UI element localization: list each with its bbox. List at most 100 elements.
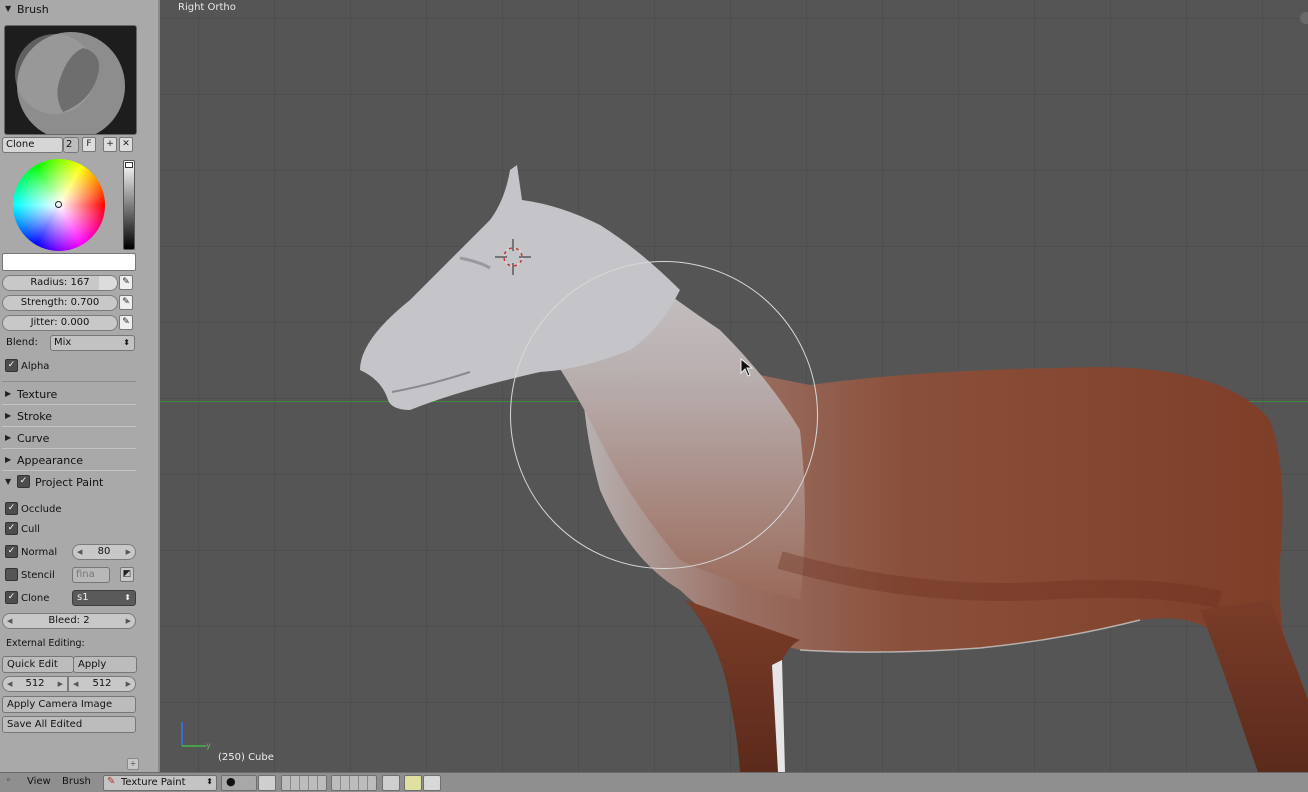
screen-size-x-field[interactable]: ◀ 512 ▶ bbox=[2, 676, 68, 692]
stroke-panel-title: Stroke bbox=[17, 410, 53, 423]
project-paint-checkbox[interactable]: ✓ bbox=[17, 475, 30, 488]
apply-button[interactable]: Apply bbox=[73, 656, 137, 673]
blend-label: Blend: bbox=[6, 337, 38, 348]
brush-panel-header[interactable]: ▼ Brush bbox=[0, 0, 158, 20]
brush-users-count: 2 bbox=[63, 137, 79, 153]
brush-menu[interactable]: Brush bbox=[62, 776, 91, 787]
stencil-invert-icon[interactable]: ◩ bbox=[120, 567, 134, 582]
texture-panel-header[interactable]: ▶ Texture bbox=[0, 385, 158, 405]
normal-label: Normal bbox=[21, 547, 58, 558]
jitter-value: Jitter: 0.000 bbox=[30, 317, 90, 328]
mode-label: Texture Paint bbox=[121, 777, 186, 788]
fake-user-button[interactable]: F bbox=[82, 137, 96, 152]
radius-pressure-icon[interactable]: ✎ bbox=[119, 275, 133, 290]
appearance-panel-header[interactable]: ▶ Appearance bbox=[0, 451, 158, 471]
layers-row-1[interactable] bbox=[281, 775, 327, 791]
strength-pressure-icon[interactable]: ✎ bbox=[119, 295, 133, 310]
strength-slider[interactable]: Strength: 0.700 bbox=[2, 295, 118, 311]
radius-fill bbox=[99, 276, 117, 290]
decrement-icon[interactable]: ◀ bbox=[77, 545, 82, 559]
divider bbox=[2, 381, 136, 382]
add-brush-icon[interactable]: + bbox=[103, 137, 117, 152]
brush-sphere-icon bbox=[5, 26, 136, 134]
texture-paint-icon: ✎ bbox=[107, 776, 116, 787]
3d-cursor-icon[interactable] bbox=[493, 237, 533, 277]
stencil-label: Stencil bbox=[21, 570, 55, 581]
save-all-edited-button[interactable]: Save All Edited bbox=[2, 716, 136, 733]
brush-preview[interactable] bbox=[4, 25, 137, 135]
radius-slider[interactable]: Radius: 167 bbox=[2, 275, 118, 291]
apply-label: Apply bbox=[78, 659, 107, 670]
remove-brush-icon[interactable]: ✕ bbox=[119, 137, 133, 152]
panel-resize-handle-icon[interactable]: + bbox=[127, 758, 139, 770]
stencil-layer-dropdown[interactable]: fina bbox=[72, 567, 110, 583]
alpha-checkbox[interactable]: ✓ bbox=[5, 359, 18, 372]
value-slider[interactable] bbox=[123, 160, 135, 250]
occlude-checkbox[interactable]: ✓ bbox=[5, 502, 18, 515]
view-menu[interactable]: View bbox=[27, 776, 51, 787]
screen-size-y-value: 512 bbox=[92, 678, 112, 689]
bleed-field[interactable]: ◀ Bleed: 2 ▶ bbox=[2, 613, 136, 629]
expand-right-icon: ▶ bbox=[5, 433, 12, 442]
screen-size-x-value: 512 bbox=[25, 678, 45, 689]
color-swatch[interactable] bbox=[2, 253, 136, 271]
quick-edit-button[interactable]: Quick Edit bbox=[2, 656, 74, 673]
editor-type-icon[interactable]: ◦ bbox=[6, 776, 11, 786]
curve-panel-header[interactable]: ▶ Curve bbox=[0, 429, 158, 449]
save-all-edited-label: Save All Edited bbox=[7, 719, 83, 730]
blend-dropdown[interactable]: Mix ⬍ bbox=[50, 335, 135, 351]
shading-sphere-icon: ● bbox=[226, 775, 236, 788]
pivot-icon[interactable] bbox=[258, 775, 276, 791]
object-info-label: (250) Cube bbox=[218, 752, 274, 763]
normal-checkbox[interactable]: ✓ bbox=[5, 545, 18, 558]
3d-viewport[interactable]: Right Ortho y (250) Cube bbox=[160, 0, 1308, 772]
increment-icon[interactable]: ▶ bbox=[58, 677, 63, 691]
project-paint-panel-header[interactable]: ▼ ✓ Project Paint bbox=[0, 473, 158, 493]
camera-icon[interactable] bbox=[404, 775, 422, 791]
jitter-pressure-icon[interactable]: ✎ bbox=[119, 315, 133, 330]
decrement-icon[interactable]: ◀ bbox=[73, 677, 78, 691]
mode-dropdown[interactable]: ✎ Texture Paint ⬍ bbox=[103, 775, 217, 791]
divider bbox=[2, 448, 136, 449]
screen-size-y-field[interactable]: ◀ 512 ▶ bbox=[68, 676, 136, 692]
cull-label: Cull bbox=[21, 524, 40, 535]
expand-down-icon: ▼ bbox=[5, 477, 12, 486]
viewport-shading-dropdown[interactable]: ● bbox=[221, 775, 257, 791]
brush-name-field[interactable]: Clone bbox=[2, 137, 63, 153]
clone-layer-dropdown[interactable]: s1 ⬍ bbox=[72, 590, 136, 606]
apply-camera-image-button[interactable]: Apply Camera Image bbox=[2, 696, 136, 713]
svg-text:y: y bbox=[206, 741, 211, 750]
increment-icon[interactable]: ▶ bbox=[126, 677, 131, 691]
color-wheel[interactable] bbox=[13, 159, 105, 251]
film-icon[interactable] bbox=[423, 775, 441, 791]
dropdown-arrows-icon: ⬍ bbox=[123, 338, 130, 347]
appearance-panel-title: Appearance bbox=[17, 454, 84, 467]
normal-angle-field[interactable]: ◀ 80 ▶ bbox=[72, 544, 136, 560]
increment-icon[interactable]: ▶ bbox=[126, 614, 131, 628]
tool-shelf: ▼ Brush Clone 2 F + ✕ Radius: 167 ✎ Stre… bbox=[0, 0, 160, 772]
apply-camera-image-label: Apply Camera Image bbox=[7, 699, 113, 710]
viewport-header: ◦ View Brush ✎ Texture Paint ⬍ ● bbox=[0, 772, 1308, 792]
stencil-checkbox[interactable] bbox=[5, 568, 18, 581]
users-count: 2 bbox=[66, 139, 73, 150]
layers-row-2[interactable] bbox=[331, 775, 377, 791]
cull-checkbox[interactable]: ✓ bbox=[5, 522, 18, 535]
render-icon[interactable] bbox=[382, 775, 400, 791]
expand-right-icon: ▶ bbox=[5, 411, 12, 420]
brush-panel-title: Brush bbox=[17, 3, 49, 16]
corner-widget-icon[interactable] bbox=[1300, 12, 1308, 24]
divider bbox=[2, 426, 136, 427]
quick-edit-label: Quick Edit bbox=[7, 659, 58, 670]
increment-icon[interactable]: ▶ bbox=[126, 545, 131, 559]
dropdown-arrows-icon: ⬍ bbox=[206, 777, 213, 786]
stroke-panel-header[interactable]: ▶ Stroke bbox=[0, 407, 158, 427]
color-picker-cursor[interactable] bbox=[55, 201, 62, 208]
value-slider-handle[interactable] bbox=[125, 162, 133, 168]
axis-gizmo-icon: y bbox=[181, 722, 211, 750]
decrement-icon[interactable]: ◀ bbox=[7, 614, 12, 628]
clone-checkbox[interactable]: ✓ bbox=[5, 591, 18, 604]
expand-right-icon: ▶ bbox=[5, 455, 12, 464]
decrement-icon[interactable]: ◀ bbox=[7, 677, 12, 691]
alpha-label: Alpha bbox=[21, 361, 50, 372]
jitter-slider[interactable]: Jitter: 0.000 bbox=[2, 315, 118, 331]
